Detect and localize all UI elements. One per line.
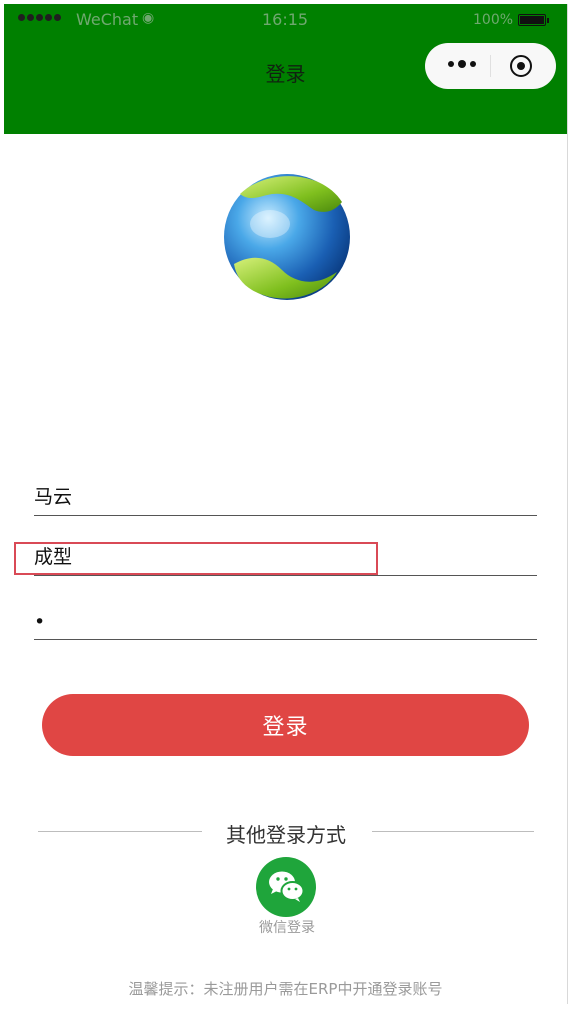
other-login-divider: 其他登录方式: [38, 817, 534, 847]
wechat-login-button[interactable]: [256, 857, 316, 917]
capsule-divider: [490, 55, 491, 77]
capsule-menu: [425, 43, 556, 89]
battery-percent: 100%: [473, 12, 514, 28]
wechat-icon: [269, 871, 305, 902]
phone-screen: WeChat ◉ 16:15 100% 登录 马云 成型 • 登录 其他登录方式…: [4, 4, 568, 1004]
registration-tip: 温馨提示：未注册用户需在ERP中开通登录账号: [128, 980, 443, 998]
globe-logo-icon: [224, 174, 350, 300]
username-value: 马云: [34, 486, 73, 508]
wifi-icon: ◉: [142, 10, 155, 26]
more-dots-icon[interactable]: [448, 60, 476, 68]
username-field[interactable]: 马云: [34, 480, 537, 516]
signal-icon: [18, 14, 61, 21]
divider-line-right: [372, 831, 534, 832]
status-time: 16:15: [262, 10, 309, 29]
carrier-label: WeChat: [76, 10, 139, 29]
highlight-box: [14, 542, 378, 575]
battery-icon: [518, 14, 549, 26]
login-button[interactable]: 登录: [42, 694, 529, 756]
close-target-icon[interactable]: [510, 55, 532, 77]
status-bar: WeChat ◉ 16:15 100%: [4, 4, 567, 38]
password-value: •: [34, 611, 46, 633]
wechat-login-label: 微信登录: [259, 920, 315, 936]
divider-line-left: [38, 831, 202, 832]
navigation-bar: 登录: [4, 38, 567, 134]
other-login-heading: 其他登录方式: [226, 823, 346, 847]
password-field[interactable]: •: [34, 604, 537, 640]
